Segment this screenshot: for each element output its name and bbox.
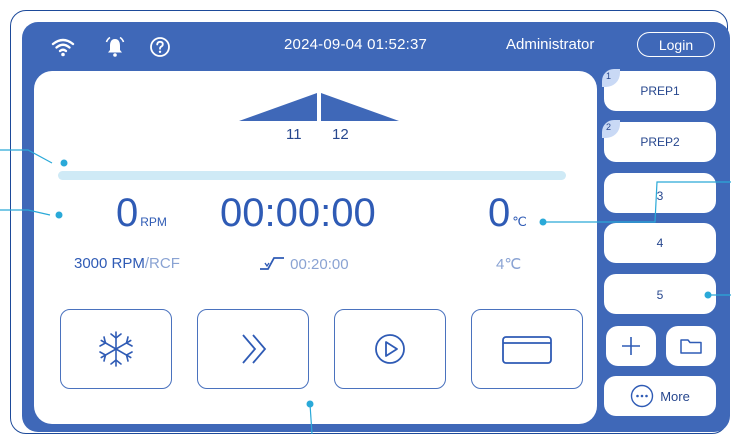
callout-progress-line — [0, 149, 53, 164]
callout-temp-line — [543, 181, 731, 223]
annotation-callouts — [0, 149, 731, 434]
callout-speed-line — [0, 209, 51, 216]
callout-controls-dot — [306, 400, 314, 408]
callout-temp-dot — [539, 218, 547, 226]
callout-programs-dot — [704, 291, 712, 299]
callout-progress-dot — [60, 159, 68, 167]
callout-speed-dot — [55, 211, 63, 219]
callout-controls-line — [309, 403, 313, 434]
